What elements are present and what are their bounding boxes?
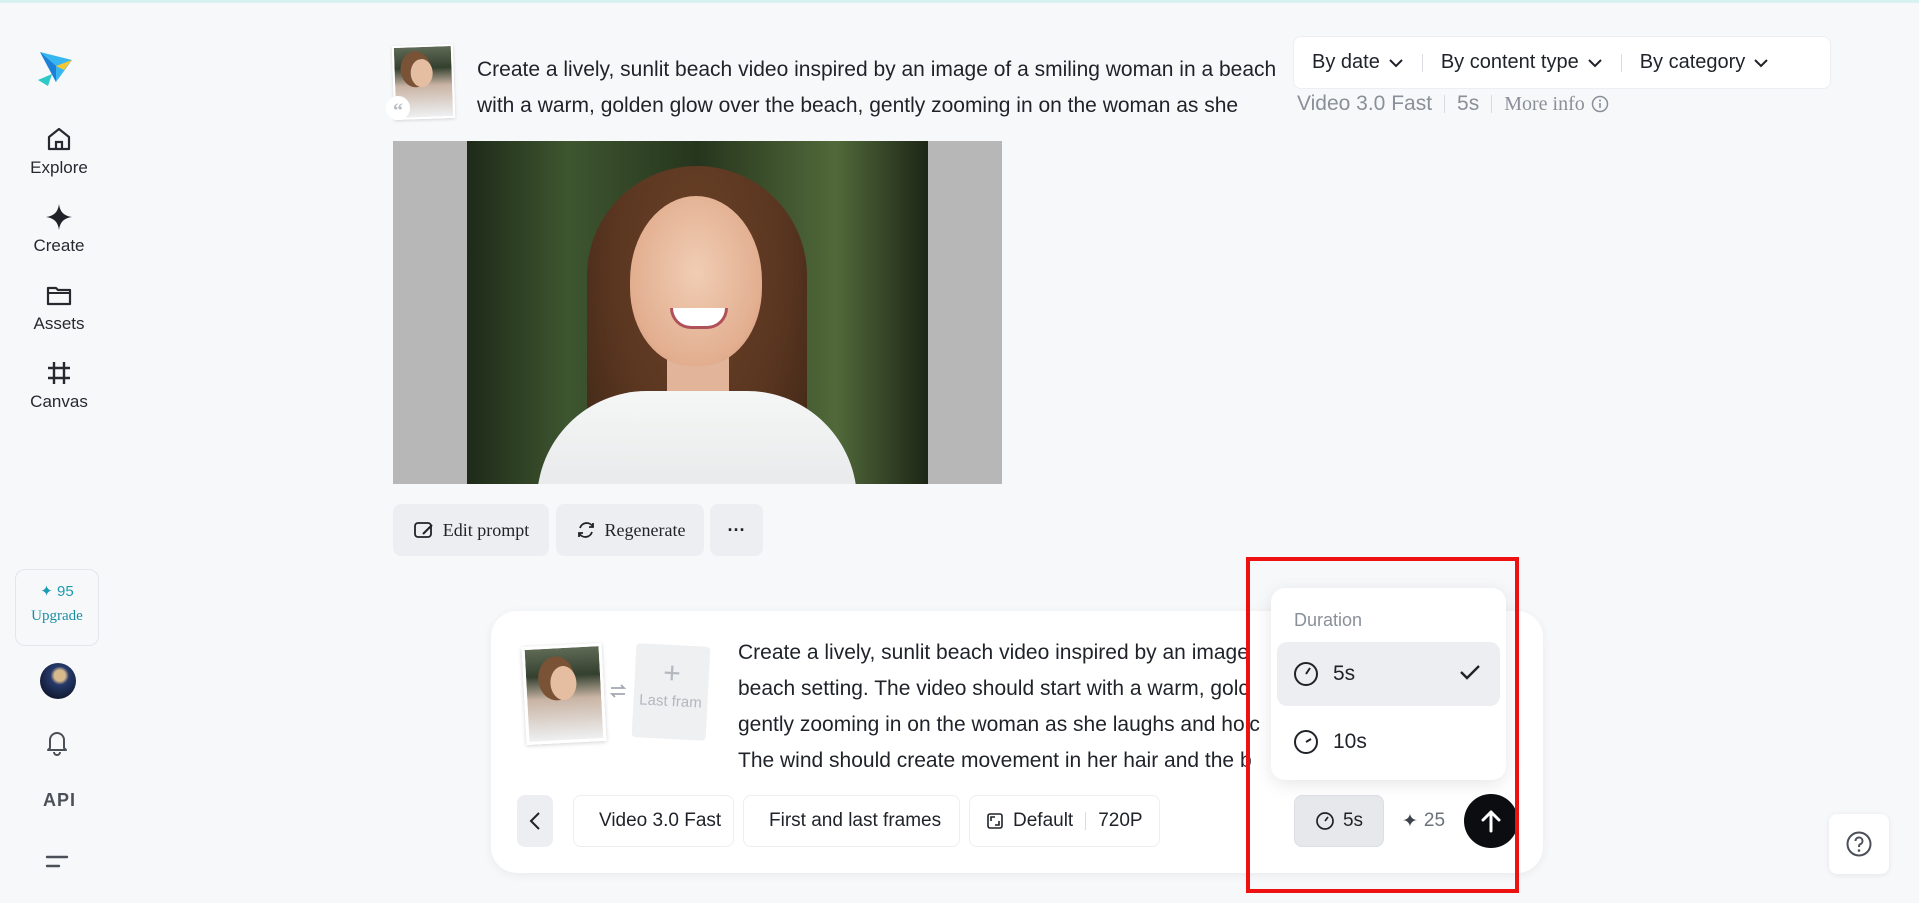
model-selector[interactable]: Video 3.0 Fast <box>573 795 734 847</box>
more-info-label: More info <box>1504 92 1585 115</box>
sidebar-item-explore[interactable]: Explore <box>14 124 104 178</box>
generated-video-preview[interactable] <box>393 141 1002 484</box>
credit-cost: ✦ 25 <box>1402 795 1445 847</box>
resolution-label: 720P <box>1098 810 1143 831</box>
sidebar-item-label: Canvas <box>30 392 88 411</box>
first-frame-thumbnail[interactable] <box>521 642 607 746</box>
duration-label: 5s <box>1342 810 1364 831</box>
help-icon <box>1846 831 1872 857</box>
duration-option-5s[interactable]: 5s <box>1277 642 1500 706</box>
sidebar-item-label: Explore <box>30 158 88 177</box>
crop-icon <box>48 362 70 384</box>
more-info-link[interactable]: More info <box>1504 93 1609 116</box>
filter-label: By category <box>1639 51 1746 73</box>
edit-prompt-label: Edit prompt <box>442 519 530 540</box>
top-border <box>0 0 1919 3</box>
generation-meta: Video 3.0 Fast 5s More info <box>1297 92 1609 116</box>
woman-portrait-image <box>467 141 928 484</box>
quote-icon: “ <box>386 96 410 122</box>
aspect-ratio-icon <box>987 813 1003 829</box>
filter-by-date[interactable]: By date <box>1294 51 1422 74</box>
swap-frames-icon[interactable] <box>608 681 628 701</box>
credit-cost-value: 25 <box>1423 810 1446 831</box>
regenerate-label: Regenerate <box>604 519 686 540</box>
credits-upgrade-card[interactable]: ✦ 95 Upgrade <box>15 569 99 646</box>
chevron-down-icon <box>1754 58 1769 67</box>
filter-label: By content type <box>1440 51 1579 73</box>
sidebar-item-canvas[interactable]: Canvas <box>14 358 104 412</box>
divider <box>1491 95 1493 113</box>
last-frame-label: Last fram <box>638 691 703 712</box>
folder-icon <box>46 286 72 306</box>
duration-menu-title: Duration <box>1294 610 1363 630</box>
edit-icon <box>413 522 433 538</box>
home-icon <box>47 127 71 151</box>
divider <box>1085 812 1087 830</box>
chevron-down-icon <box>1587 58 1602 67</box>
filter-by-content-type[interactable]: By content type <box>1423 51 1621 74</box>
plus-icon: + <box>662 656 682 691</box>
generation-prompt: Create a lively, sunlit beach video insp… <box>477 52 1295 124</box>
credits-value: 95 <box>57 583 74 600</box>
help-button[interactable] <box>1829 814 1889 874</box>
sidebar-item-assets[interactable]: Assets <box>14 280 104 334</box>
frame-mode-label: First and last frames <box>769 810 942 831</box>
clock-icon <box>1294 730 1318 754</box>
filter-by-category[interactable]: By category <box>1622 51 1788 74</box>
bell-icon[interactable] <box>41 726 73 758</box>
info-icon <box>1591 95 1609 113</box>
duration-value: 5s <box>1457 92 1480 115</box>
image-shirt <box>537 391 857 484</box>
thumbnail-face <box>549 665 578 701</box>
generate-button[interactable] <box>1464 794 1518 848</box>
add-last-frame-button[interactable]: + Last fram <box>631 643 711 741</box>
clock-icon <box>1316 812 1334 830</box>
credit-icon: ✦ <box>1402 810 1418 832</box>
chevron-down-icon <box>1389 58 1403 67</box>
duration-option-label: 5s <box>1333 662 1356 685</box>
ratio-resolution-selector[interactable]: Default 720P <box>969 795 1160 847</box>
credits-count: ✦ 95 <box>40 583 74 600</box>
prompt-line: Create a lively, sunlit beach video insp… <box>477 58 1277 81</box>
sidebar-item-label: Assets <box>33 314 85 333</box>
divider <box>1444 95 1446 113</box>
checkmark-icon <box>1460 665 1480 680</box>
menu-icon[interactable] <box>41 846 73 878</box>
model-name: Video 3.0 Fast <box>1297 92 1433 115</box>
clock-icon <box>1294 662 1318 686</box>
prompt-line: with a warm, golden glow over the beach,… <box>477 94 1239 117</box>
regenerate-button[interactable]: Regenerate <box>556 504 704 556</box>
api-link[interactable]: API <box>43 790 76 811</box>
collapse-toolbar-button[interactable] <box>517 795 553 847</box>
arrow-up-icon <box>1481 810 1501 833</box>
thumbnail-face <box>410 58 434 88</box>
frame-mode-dropdown[interactable]: First and last frames <box>743 795 960 847</box>
sidebar: Explore Create Assets Canvas ✦ 95 Upgrad… <box>0 0 119 903</box>
ratio-label: Default <box>1013 810 1074 831</box>
refresh-icon <box>577 522 594 538</box>
model-label: Video 3.0 Fast <box>599 810 722 831</box>
duration-option-label: 10s <box>1333 730 1367 753</box>
sidebar-item-create[interactable]: Create <box>14 202 104 256</box>
duration-selector[interactable]: 5s <box>1294 795 1384 847</box>
more-options-button[interactable]: ··· <box>710 504 763 556</box>
filter-label: By date <box>1312 51 1380 73</box>
sidebar-item-label: Create <box>33 236 85 255</box>
image-face <box>630 196 762 366</box>
avatar[interactable] <box>40 663 76 699</box>
chevron-left-icon <box>529 812 540 830</box>
duration-option-10s[interactable]: 10s <box>1277 710 1500 774</box>
edit-prompt-button[interactable]: Edit prompt <box>393 504 549 556</box>
sparkle-icon <box>46 204 72 230</box>
duration-menu: Duration 5s 10s <box>1271 588 1506 780</box>
more-options-icon: ··· <box>727 519 746 540</box>
filter-bar: By date By content type By category <box>1293 36 1831 89</box>
upgrade-link[interactable]: Upgrade <box>16 608 98 625</box>
app-logo[interactable] <box>36 46 78 88</box>
